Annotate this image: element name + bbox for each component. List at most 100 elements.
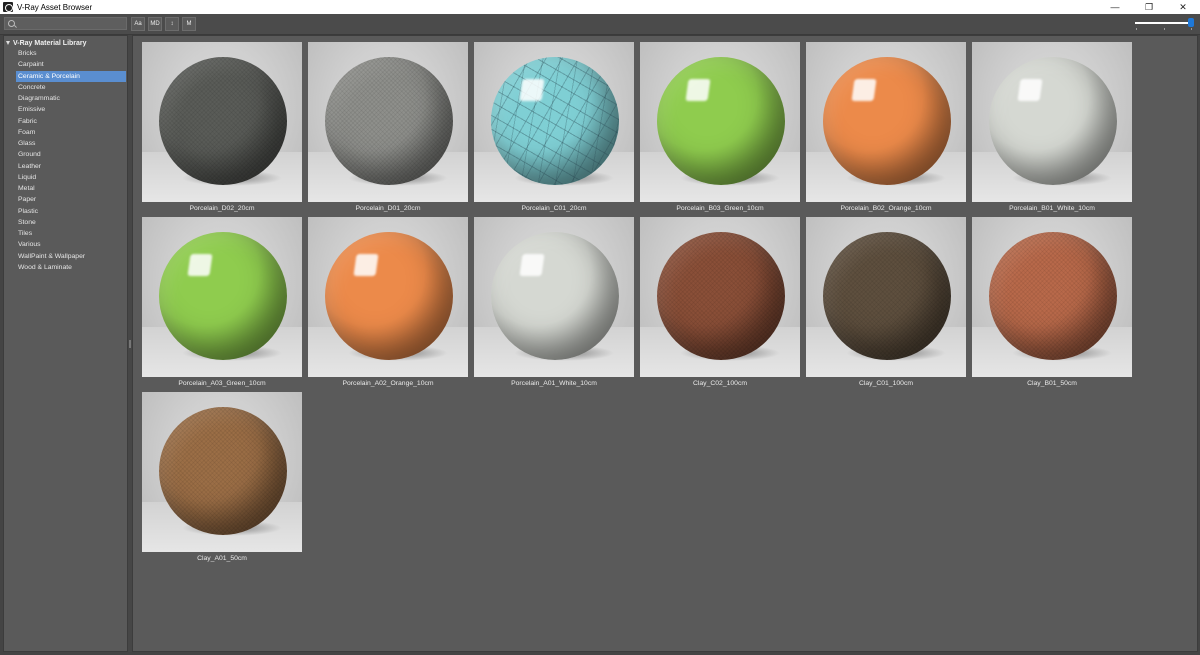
match-case-button[interactable]: Aa xyxy=(131,17,145,31)
sidebar-item-tiles[interactable]: Tiles xyxy=(4,228,127,239)
material-thumbnail[interactable] xyxy=(972,217,1132,377)
material-tile[interactable]: Porcelain_D01_20cm xyxy=(308,42,468,215)
material-label: Porcelain_B01_White_10cm xyxy=(1009,205,1095,212)
category-list: Bricks Carpaint Ceramic & Porcelain Concret… xyxy=(4,48,127,273)
material-tile[interactable]: Porcelain_A01_White_10cm xyxy=(474,217,634,390)
material-thumbnail[interactable] xyxy=(142,392,302,552)
sidebar-item-emissive[interactable]: Emissive xyxy=(4,104,127,115)
material-thumbnail[interactable] xyxy=(806,217,966,377)
material-tile[interactable]: Porcelain_B01_White_10cm xyxy=(972,42,1132,215)
material-label: Clay_A01_50cm xyxy=(197,555,247,562)
material-thumbnail[interactable] xyxy=(142,42,302,202)
material-tile[interactable]: Clay_B01_50cm xyxy=(972,217,1132,390)
sidebar-item-wood-laminate[interactable]: Wood & Laminate xyxy=(4,262,127,273)
material-label: Clay_C01_100cm xyxy=(858,380,914,387)
material-preview-sphere xyxy=(823,232,951,360)
tree-root-vray-material-library[interactable]: V-Ray Material Library xyxy=(4,38,127,48)
expand-arrow-icon[interactable] xyxy=(6,41,10,45)
sidebar-item-paper[interactable]: Paper xyxy=(4,194,127,205)
material-preview-sphere xyxy=(325,232,453,360)
material-tile[interactable]: Porcelain_B02_Orange_10cm xyxy=(806,42,966,215)
close-button[interactable]: ✕ xyxy=(1166,0,1200,14)
slider-track xyxy=(1135,22,1192,24)
sidebar-item-foam[interactable]: Foam xyxy=(4,127,127,138)
material-tile[interactable]: Porcelain_D02_20cm xyxy=(142,42,302,215)
window-title: V-Ray Asset Browser xyxy=(17,2,93,12)
slider-thumb[interactable] xyxy=(1188,18,1194,27)
slider-tick xyxy=(1136,28,1137,30)
material-preview-sphere xyxy=(657,232,785,360)
title-bar: V-Ray Asset Browser — ❐ ✕ xyxy=(0,0,1200,14)
material-preview-sphere xyxy=(159,232,287,360)
tree-root-label: V-Ray Material Library xyxy=(13,39,87,47)
material-thumbnail[interactable] xyxy=(474,217,634,377)
material-preview-sphere xyxy=(325,57,453,185)
material-thumbnail[interactable] xyxy=(142,217,302,377)
sidebar-item-diagrammatic[interactable]: Diagrammatic xyxy=(4,93,127,104)
material-label: Porcelain_C01_20cm xyxy=(521,205,587,212)
sidebar-item-stone[interactable]: Stone xyxy=(4,217,127,228)
material-thumbnail[interactable] xyxy=(972,42,1132,202)
category-tree: V-Ray Material Library Bricks Carpaint Cer… xyxy=(3,35,128,652)
material-preview-sphere xyxy=(989,57,1117,185)
material-tile[interactable]: Porcelain_B03_Green_10cm xyxy=(640,42,800,215)
material-label: Porcelain_B02_Orange_10cm xyxy=(840,205,932,212)
material-preview-sphere xyxy=(491,57,619,185)
material-label: Porcelain_A03_Green_10cm xyxy=(178,380,266,387)
material-preview-sphere xyxy=(989,232,1117,360)
m-filter-button[interactable]: M xyxy=(182,17,196,31)
material-thumbnail[interactable] xyxy=(308,217,468,377)
material-label: Porcelain_A02_Orange_10cm xyxy=(342,380,434,387)
material-tile[interactable]: Porcelain_C01_20cm xyxy=(474,42,634,215)
md-filter-button[interactable]: MD xyxy=(148,17,162,31)
search-box[interactable] xyxy=(4,17,127,30)
sort-button[interactable]: ↕ xyxy=(165,17,179,31)
window-controls: — ❐ ✕ xyxy=(1098,0,1200,14)
search-icon xyxy=(8,20,15,27)
material-tile[interactable]: Porcelain_A02_Orange_10cm xyxy=(308,217,468,390)
splitter-grip-icon[interactable] xyxy=(129,340,131,348)
sidebar-item-metal[interactable]: Metal xyxy=(4,183,127,194)
sidebar-item-ceramic-porcelain[interactable]: Ceramic & Porcelain xyxy=(16,70,126,82)
sidebar-item-ground[interactable]: Ground xyxy=(4,149,127,160)
restore-button[interactable]: ❐ xyxy=(1132,0,1166,14)
material-thumbnail[interactable] xyxy=(474,42,634,202)
material-label: Clay_C02_100cm xyxy=(692,380,748,387)
material-tile[interactable]: Clay_C02_100cm xyxy=(640,217,800,390)
material-label: Porcelain_D02_20cm xyxy=(189,205,255,212)
sidebar-item-fabric[interactable]: Fabric xyxy=(4,116,127,127)
material-tile[interactable]: Clay_C01_100cm xyxy=(806,217,966,390)
sidebar-item-leather[interactable]: Leather xyxy=(4,161,127,172)
material-thumbnail[interactable] xyxy=(308,42,468,202)
vray-logo-icon xyxy=(3,2,13,12)
slider-tick xyxy=(1191,28,1192,30)
material-grid: Porcelain_D02_20cm Porcelain_D01_20cm Porc… xyxy=(132,35,1198,652)
material-preview-sphere xyxy=(491,232,619,360)
material-preview-sphere xyxy=(159,57,287,185)
material-label: Porcelain_A01_White_10cm xyxy=(511,380,597,387)
material-tile[interactable]: Porcelain_A03_Green_10cm xyxy=(142,217,302,390)
material-thumbnail[interactable] xyxy=(640,217,800,377)
sidebar-item-concrete[interactable]: Concrete xyxy=(4,82,127,93)
thumbnail-size-slider[interactable] xyxy=(1134,15,1194,31)
sidebar-item-glass[interactable]: Glass xyxy=(4,138,127,149)
material-label: Porcelain_B03_Green_10cm xyxy=(676,205,764,212)
toolbar: Aa MD ↕ M xyxy=(0,14,1200,35)
sidebar-item-various[interactable]: Various xyxy=(4,239,127,250)
sidebar-item-plastic[interactable]: Plastic xyxy=(4,206,127,217)
material-preview-sphere xyxy=(823,57,951,185)
material-thumbnail[interactable] xyxy=(640,42,800,202)
search-input[interactable] xyxy=(18,18,124,29)
sidebar-item-carpaint[interactable]: Carpaint xyxy=(4,59,127,70)
material-preview-sphere xyxy=(159,407,287,535)
material-label: Clay_B01_50cm xyxy=(1027,380,1077,387)
sidebar-item-wallpaint-wallpaper[interactable]: WallPaint & Wallpaper xyxy=(4,251,127,262)
material-label: Porcelain_D01_20cm xyxy=(355,205,421,212)
sidebar-item-liquid[interactable]: Liquid xyxy=(4,172,127,183)
material-thumbnail[interactable] xyxy=(806,42,966,202)
sidebar-item-bricks[interactable]: Bricks xyxy=(4,48,127,59)
minimize-button[interactable]: — xyxy=(1098,0,1132,14)
material-preview-sphere xyxy=(657,57,785,185)
material-tile[interactable]: Clay_A01_50cm xyxy=(142,392,302,565)
slider-tick xyxy=(1164,28,1165,30)
